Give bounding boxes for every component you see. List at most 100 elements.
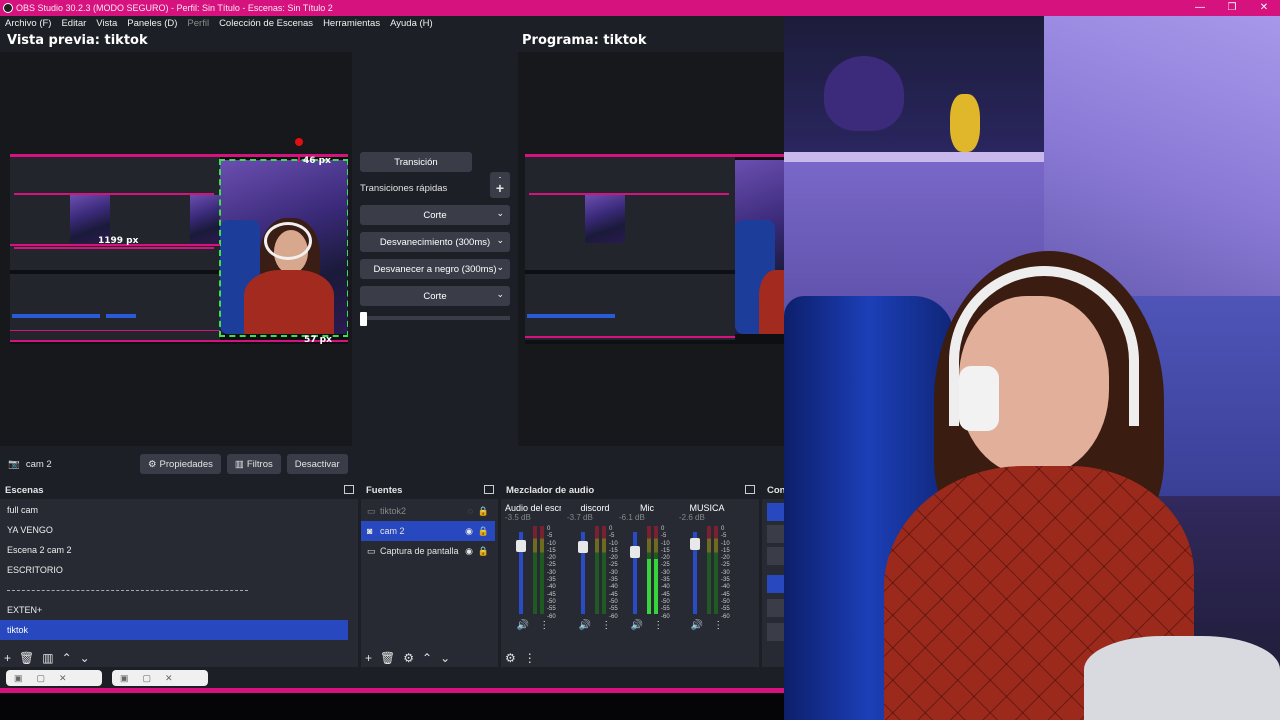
control-button[interactable] [767,547,784,565]
speaker-icon[interactable]: 🔊 [517,620,529,631]
quick-transition-1[interactable]: Corte ⌄ [360,205,510,225]
volume-fader-thumb[interactable] [630,546,640,558]
menu-view[interactable]: Vista [91,18,122,29]
close-icon[interactable]: ✕ [59,673,67,684]
eye-icon[interactable]: ◉ [465,546,473,557]
scale-tick: -55 [609,606,618,613]
scale-tick: -50 [721,598,730,605]
studio-mode-button[interactable] [767,575,784,593]
filter-icon[interactable]: ▥ [42,651,53,665]
lock-icon[interactable]: 🔒 [478,546,489,557]
guide-vertical-top [298,154,300,162]
scale-tick: -5 [721,533,727,540]
gear-icon[interactable]: ⚙ [403,651,414,665]
menu-file[interactable]: Archivo (F) [0,18,56,29]
kebab-menu-icon[interactable]: ⋮ [601,620,611,631]
move-up-icon[interactable]: ⌃ [422,651,432,665]
quick-transition-3[interactable]: Desvanecer a negro (300ms) ⌄ [360,259,510,279]
menu-scene-collection[interactable]: Colección de Escenas [214,18,318,29]
undock-icon[interactable] [745,485,755,494]
kebab-menu-icon[interactable]: ⋮ [539,620,549,631]
transitions-panel: Transición ⋮ Transiciones rápidas + Cort… [360,152,510,306]
window-icon: ▣ [14,672,23,683]
advanced-audio-icon[interactable]: ⚙ [505,651,516,665]
speaker-icon[interactable]: 🔊 [631,620,643,631]
volume-fader-thumb[interactable] [690,537,700,550]
preview-panel[interactable]: 46 px 1199 px 57 px [0,52,352,446]
restore-icon[interactable]: ▢ [143,673,152,684]
volume-fader-track[interactable] [633,532,637,614]
transition-button[interactable]: Transición [360,152,472,172]
sources-title: Fuentes [366,484,403,496]
eye-icon[interactable]: ◉ [465,526,473,537]
restore-icon[interactable]: ▢ [37,673,46,684]
scale-tick: -45 [661,591,670,598]
menu-edit[interactable]: Editar [56,18,91,29]
channel-controls: 🔊 ⋮ [567,620,623,631]
quick-transition-4[interactable]: Corte ⌄ [360,286,510,306]
window-icon: ▣ [120,672,129,683]
volume-fader-thumb[interactable] [578,541,588,554]
menu-help[interactable]: Ayuda (H) [385,18,438,29]
menu-docks[interactable]: Paneles (D) [122,18,182,29]
source-item[interactable]: ▭ tiktok2 ◌ 🔒 [361,501,495,521]
deactivate-button[interactable]: Desactivar [286,454,348,474]
tbar-slider-thumb[interactable] [360,312,367,326]
speaker-icon[interactable]: 🔊 [579,620,591,631]
move-up-icon[interactable]: ⌃ [62,651,72,665]
control-button[interactable] [767,599,784,617]
menu-profile[interactable]: Perfil [182,18,214,29]
level-meter-right [654,526,658,614]
kebab-menu-icon[interactable]: ⋮ [524,651,536,665]
selection-bounds[interactable] [219,159,348,337]
scene-item[interactable]: ESCRITORIO [0,560,348,580]
scene-item-selected[interactable]: tiktok [0,620,348,640]
filter-icon: ▥ [234,458,244,470]
scene-item[interactable]: Escena 2 cam 2 [0,540,348,560]
control-button[interactable] [767,623,784,641]
source-item-selected[interactable]: ◙ cam 2 ◉ 🔒 [361,521,495,541]
guide-handle-top[interactable] [295,138,303,146]
scene-item[interactable]: EXTEN+ [0,600,348,620]
filters-button[interactable]: ▥ Filtros [226,454,281,474]
tbar-slider[interactable] [360,312,510,326]
close-button[interactable]: ✕ [1248,0,1280,16]
preview-canvas[interactable]: 46 px 1199 px 57 px [10,154,348,344]
scene-item[interactable]: full cam [0,500,348,520]
scale-tick: 0 [547,526,551,532]
add-icon[interactable]: + [4,651,11,665]
source-item[interactable]: ▭ Captura de pantalla ◉ 🔒 [361,541,495,561]
start-streaming-button[interactable] [767,503,784,521]
scene-item[interactable]: YA VENGO [0,520,348,540]
taskbar-item[interactable]: ▣ ▢ ✕ [112,670,208,686]
quick-transition-2[interactable]: Desvanecimiento (300ms) ⌄ [360,232,510,252]
move-down-icon[interactable]: ⌄ [80,651,90,665]
taskbar-item[interactable]: ▣ ▢ ✕ [6,670,102,686]
eye-hidden-icon[interactable]: ◌ [468,506,473,516]
minimize-button[interactable]: — [1184,0,1216,16]
kebab-menu-icon[interactable]: ⋮ [653,620,663,631]
kebab-menu-icon[interactable]: ⋮ [713,620,723,631]
scene-separator[interactable] [0,580,348,600]
undock-icon[interactable] [484,485,494,494]
add-icon[interactable]: + [365,651,372,665]
quick-transition-2-label: Desvanecimiento (300ms) [379,236,491,248]
add-quick-transition-button[interactable]: + [490,178,510,198]
trash-icon[interactable]: 🗑 [19,651,34,665]
control-button[interactable] [767,525,784,543]
scale-tick: -20 [609,555,618,562]
close-icon[interactable]: ✕ [165,673,173,684]
scale-tick: -45 [609,591,618,598]
lock-icon[interactable]: 🔒 [478,506,489,517]
menu-tools[interactable]: Herramientas [318,18,385,29]
controls-dock-header: Con [762,481,784,499]
speaker-icon[interactable]: 🔊 [691,620,703,631]
undock-icon[interactable] [344,485,354,494]
volume-fader-thumb[interactable] [516,540,526,553]
restore-button[interactable]: ❐ [1216,0,1248,16]
move-down-icon[interactable]: ⌄ [440,651,450,665]
properties-button[interactable]: ⚙ Propiedades [140,454,221,474]
pineapple-lamp [950,94,980,152]
lock-icon[interactable]: 🔒 [478,526,489,537]
trash-icon[interactable]: 🗑 [380,651,395,665]
